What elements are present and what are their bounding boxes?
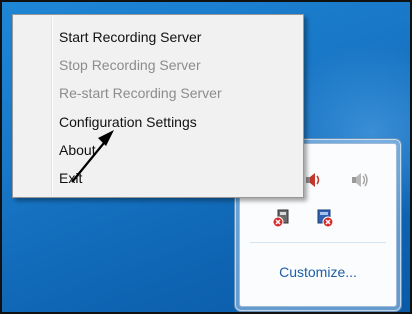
speaker-icon[interactable] [350, 170, 370, 190]
desktop: Customize... Start Recording Server Stop… [0, 0, 412, 314]
menu-item-stop-recording-server[interactable]: Stop Recording Server [59, 54, 201, 76]
recording-server-alert-icon[interactable] [314, 208, 334, 228]
menu-icon-gutter [13, 15, 51, 197]
context-menu: Start Recording Server Stop Recording Se… [12, 14, 304, 198]
speaker-muted-icon[interactable] [304, 170, 324, 190]
menu-item-start-recording-server[interactable]: Start Recording Server [59, 26, 201, 48]
menu-item-restart-recording-server[interactable]: Re-start Recording Server [59, 82, 222, 104]
recording-server-stopped-icon[interactable] [272, 208, 292, 228]
tray-divider [250, 242, 386, 243]
pointer-arrow-icon [71, 130, 114, 183]
menu-gutter-divider-highlight [52, 17, 53, 195]
customize-link[interactable]: Customize... [240, 264, 396, 280]
